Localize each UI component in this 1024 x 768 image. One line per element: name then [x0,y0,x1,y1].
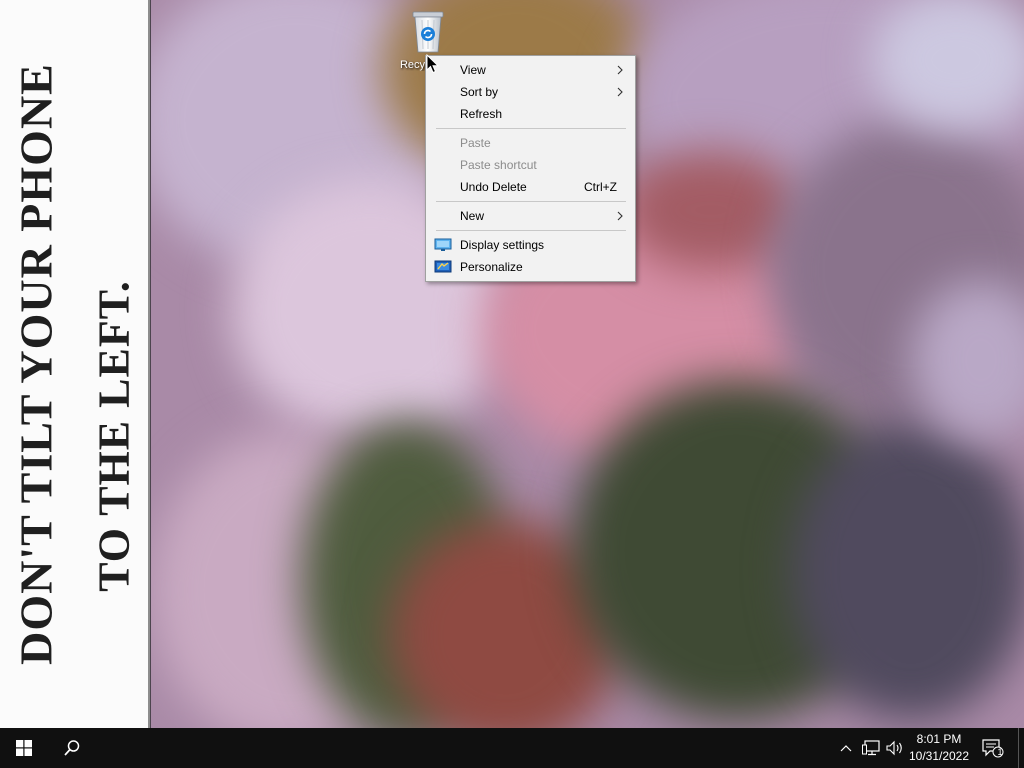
menu-separator [436,230,626,231]
wallpaper-text-line-2: TO THE LEFT. [89,280,139,592]
chevron-right-icon [617,65,623,75]
chevron-up-icon [840,745,852,752]
menu-item-label: New [460,209,485,223]
menu-item-label: Display settings [460,238,545,252]
wallpaper-text-line-1: DON'T TILT YOUR PHONE [10,63,62,665]
start-button[interactable] [0,728,48,768]
volume-icon [886,740,902,756]
menu-separator [436,128,626,129]
network-icon [862,740,880,756]
menu-item-label: View [460,63,486,77]
taskbar-clock[interactable]: 8:01 PM 10/31/2022 [905,731,973,765]
network-button[interactable] [859,728,883,768]
menu-item-label: Personalize [460,260,523,274]
chevron-right-icon [617,87,623,97]
show-desktop-button[interactable] [1018,728,1019,768]
menu-item-label: Paste [460,136,491,150]
menu-item-paste[interactable]: Paste [426,132,635,154]
search-icon [64,740,80,756]
wallpaper-text-strip: DON'T TILT YOUR PHONE TO THE LEFT. [0,0,150,728]
menu-item-sort-by[interactable]: Sort by [426,81,635,103]
menu-item-label: Refresh [460,107,503,121]
menu-item-label: Sort by [460,85,499,99]
volume-button[interactable] [883,728,907,768]
taskbar: 8:01 PM 10/31/2022 1 [0,728,1024,768]
mouse-cursor-icon [426,54,439,74]
menu-item-refresh[interactable]: Refresh [426,103,635,125]
menu-item-view[interactable]: View [426,59,635,81]
menu-separator [436,201,626,202]
menu-item-label: Undo Delete [460,180,527,194]
recycle-bin-icon [412,11,444,53]
menu-item-shortcut: Ctrl+Z [584,180,617,194]
clock-date: 10/31/2022 [908,749,970,763]
display-icon [434,238,452,251]
notification-count-badge: 1 [997,747,1003,757]
menu-item-label: Paste shortcut [460,158,537,172]
chevron-right-icon [617,211,623,221]
search-button[interactable] [48,728,96,768]
menu-item-display-settings[interactable]: Display settings [426,234,635,256]
menu-item-paste-shortcut[interactable]: Paste shortcut [426,154,635,176]
clock-time: 8:01 PM [916,732,962,746]
menu-item-new[interactable]: New [426,205,635,227]
windows-logo-icon [16,740,32,756]
desktop-context-menu: View Sort by Refresh Paste Paste shortcu… [425,55,636,282]
show-hidden-icons-button[interactable] [835,728,857,768]
menu-item-personalize[interactable]: Personalize [426,256,635,278]
menu-item-undo-delete[interactable]: Undo Delete Ctrl+Z [426,176,635,198]
action-center-button[interactable]: 1 [978,728,1008,768]
personalize-icon [434,260,452,273]
